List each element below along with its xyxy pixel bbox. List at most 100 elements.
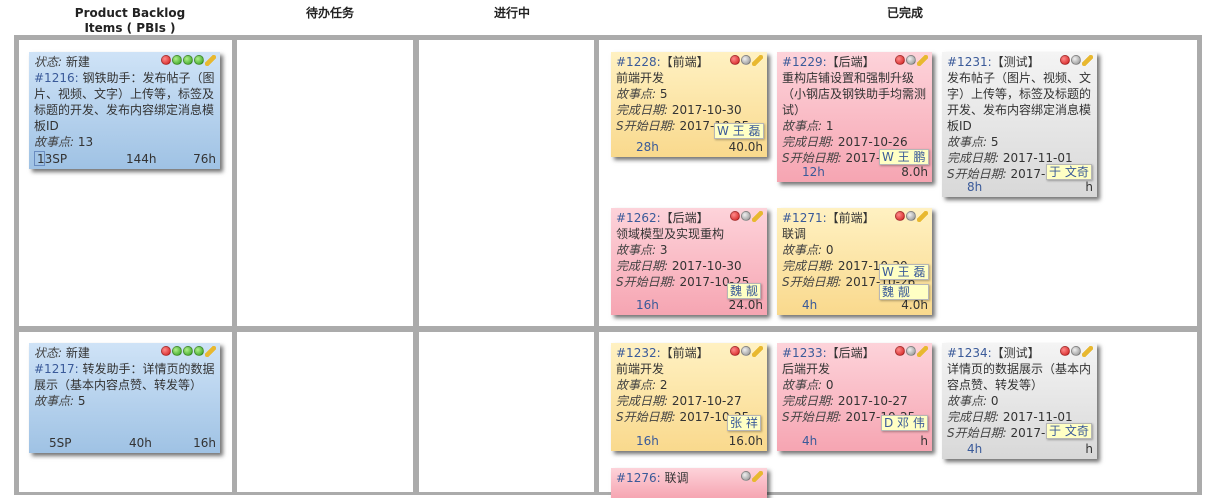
start-date-label: S开始日期: <box>616 275 676 289</box>
task-card[interactable]: #1229:【后端】 重构店铺设置和强制升级（小钢店及钢铁助手均需测试） 故事点… <box>777 52 932 182</box>
remaining-hours: h <box>920 434 928 448</box>
story-points-label: 故事点: <box>947 394 988 408</box>
done-date-label: 完成日期: <box>782 394 835 408</box>
pbi-id[interactable]: #1217: <box>34 362 79 376</box>
sp-value: 5SP <box>49 436 72 450</box>
task-title: 详情页的数据展示（基本内容点赞、转发等） <box>947 362 1092 392</box>
task-id[interactable]: #1262: <box>616 211 661 225</box>
status-label: 状态: <box>34 55 63 69</box>
card-footer: 12h 8.0h <box>782 165 928 180</box>
story-points-label: 故事点: <box>782 243 823 257</box>
assignee-tag[interactable]: 张 祥 <box>727 415 761 431</box>
remaining-hours: 24.0h <box>728 298 763 312</box>
task-title: 联调 <box>664 471 689 485</box>
task-id[interactable]: #1229: <box>782 55 827 69</box>
task-type: 【后端】 <box>826 346 875 360</box>
task-type: 【后端】 <box>660 211 709 225</box>
pbi-card[interactable]: 状态: 新建 #1216: 钢铁助手：发布帖子（图片、视频、文字）上传等，标签及… <box>29 52 220 169</box>
remaining-hours: 16.0h <box>728 434 763 448</box>
pbi-card[interactable]: 状态: 新建 #1217: 转发助手：详情页的数据展示（基本内容点赞、转发等） … <box>29 343 220 453</box>
remaining-hours: h <box>1085 442 1093 456</box>
hours-remaining: 76h <box>193 152 216 166</box>
done-date-label: 完成日期: <box>947 410 1000 424</box>
task-card[interactable]: #1234:【测试】 详情页的数据展示（基本内容点赞、转发等） 故事点: 0 完… <box>942 343 1097 459</box>
task-id[interactable]: #1231: <box>947 55 992 69</box>
done-date-value: 2017-10-27 <box>837 394 908 408</box>
row1-todo-cell <box>237 40 413 326</box>
done-date-value: 2017-10-30 <box>671 259 742 273</box>
estimate-hours: 4h <box>967 442 983 456</box>
task-card[interactable]: #1233:【后端】 后端开发 故事点: 0 完成日期: 2017-10-27 … <box>777 343 932 451</box>
assignee-tag[interactable]: W 王 鹏 <box>879 149 929 165</box>
estimate-hours: 4h <box>802 298 818 312</box>
row2-todo-cell <box>237 332 413 492</box>
assignee-tag[interactable]: W 王 磊 <box>714 123 764 139</box>
task-card[interactable]: #1262:【后端】 领域模型及实现重构 故事点: 3 完成日期: 2017-1… <box>611 208 767 315</box>
card-footer: 16h 16.0h <box>616 434 763 449</box>
status-value: 新建 <box>65 346 90 360</box>
task-type: 【测试】 <box>991 346 1040 360</box>
task-title: 发布帖子（图片、视频、文字）上传等，标签及标题的开发、发布内容绑定消息模板ID <box>947 71 1092 133</box>
task-card[interactable]: #1276: 联调 <box>611 468 767 498</box>
start-date-label: S开始日期: <box>616 119 676 133</box>
card-footer: 4h 4.0h <box>782 298 928 313</box>
task-title: 重构店铺设置和强制升级（小钢店及钢铁助手均需测试） <box>782 71 927 117</box>
done-date-label: 完成日期: <box>616 103 669 117</box>
start-date-label: S开始日期: <box>782 410 842 424</box>
task-card[interactable]: #1232:【前端】 前端开发 故事点: 2 完成日期: 2017-10-27 … <box>611 343 767 451</box>
story-points-label: 故事点: <box>34 394 75 408</box>
assignee-tag[interactable]: 魏 靓 <box>727 283 761 299</box>
assignee-tag[interactable]: D 邓 伟 <box>881 415 928 431</box>
task-id[interactable]: #1234: <box>947 346 992 360</box>
header-todo: 待办任务 <box>305 6 354 20</box>
assignee-tag-2[interactable]: 魏 靓 <box>879 284 929 300</box>
task-id[interactable]: #1276: <box>616 471 661 485</box>
story-points-value: 0 <box>825 243 834 257</box>
assignee-tag[interactable]: W 王 磊 <box>879 264 929 280</box>
status-label: 状态: <box>34 346 63 360</box>
task-title: 后端开发 <box>782 362 831 376</box>
task-title: 前端开发 <box>616 362 665 376</box>
card-footer: 16h 24.0h <box>616 298 763 313</box>
pbi-id[interactable]: #1216: <box>34 71 79 85</box>
task-id[interactable]: #1233: <box>782 346 827 360</box>
story-points-label: 故事点: <box>947 135 988 149</box>
estimate-hours: 12h <box>802 165 825 179</box>
remaining-hours: h <box>1085 180 1093 194</box>
story-points-value: 5 <box>77 394 86 408</box>
task-card[interactable]: #1228:【前端】 前端开发 故事点: 5 完成日期: 2017-10-30 … <box>611 52 767 157</box>
task-card[interactable]: #1231:【测试】 发布帖子（图片、视频、文字）上传等，标签及标题的开发、发布… <box>942 52 1097 197</box>
estimate-hours: 8h <box>967 180 983 194</box>
task-type: 【前端】 <box>660 346 709 360</box>
task-card[interactable]: #1271:【前端】 联调 故事点: 0 完成日期: 2017-10-30 S开… <box>777 208 932 315</box>
story-points-value: 3 <box>659 243 668 257</box>
start-date-label: S开始日期: <box>782 151 842 165</box>
header-in-progress: 进行中 <box>493 6 530 20</box>
status-value: 新建 <box>65 55 90 69</box>
task-type: 【后端】 <box>826 55 875 69</box>
row2-progress-cell <box>419 332 594 492</box>
task-title: 联调 <box>782 227 807 241</box>
story-points-value: 0 <box>825 378 834 392</box>
story-points-value: 13 <box>77 135 94 149</box>
assignee-tag[interactable]: 于 文奇 <box>1046 164 1092 180</box>
sp-value: 13SP <box>37 152 68 166</box>
estimate-hours: 28h <box>636 140 659 154</box>
story-points-label: 故事点: <box>616 378 657 392</box>
story-points-label: 故事点: <box>782 378 823 392</box>
task-type: 【前端】 <box>660 55 709 69</box>
hours-remaining: 16h <box>193 436 216 450</box>
hours-total: 144h <box>126 152 157 166</box>
done-date-value: 2017-10-26 <box>837 135 908 149</box>
story-points-label: 故事点: <box>616 243 657 257</box>
assignee-tag[interactable]: 于 文奇 <box>1046 423 1092 439</box>
estimate-hours: 16h <box>636 434 659 448</box>
card-footer: 28h 40.0h <box>616 140 763 155</box>
task-id[interactable]: #1228: <box>616 55 661 69</box>
remaining-hours: 40.0h <box>728 140 763 154</box>
task-id[interactable]: #1232: <box>616 346 661 360</box>
done-date-value: 2017-11-01 <box>1002 410 1073 424</box>
task-id[interactable]: #1271: <box>782 211 827 225</box>
done-date-label: 完成日期: <box>616 259 669 273</box>
done-date-label: 完成日期: <box>616 394 669 408</box>
